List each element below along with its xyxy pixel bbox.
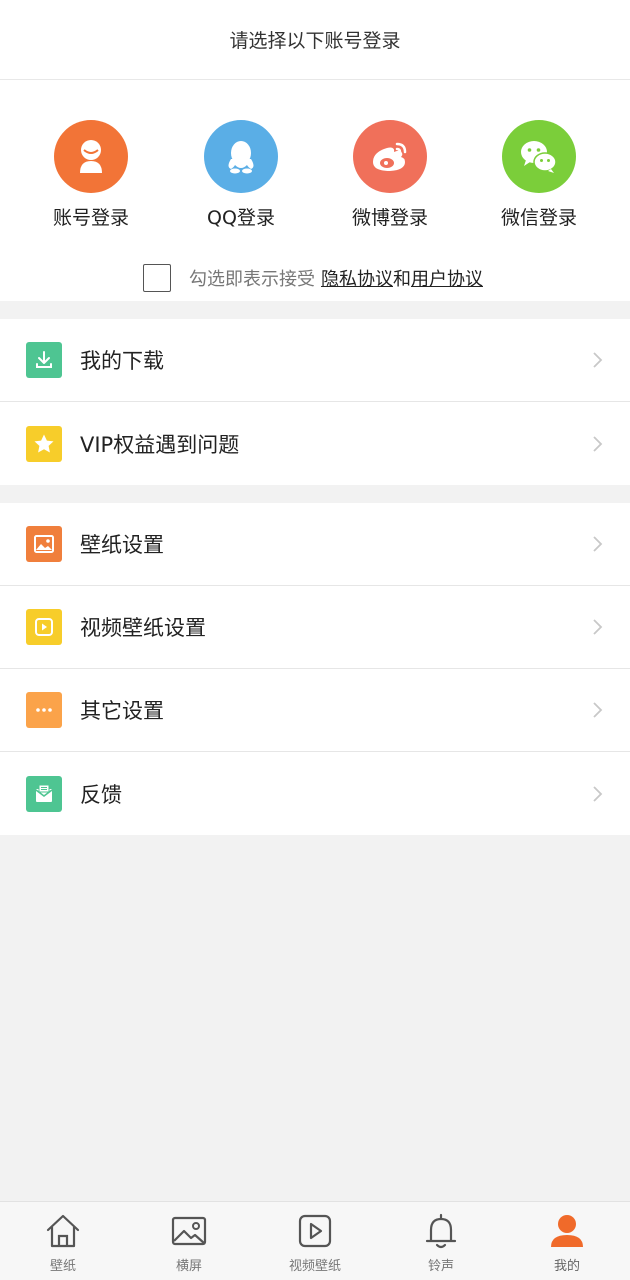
- profile-icon: [551, 1215, 583, 1247]
- chevron-right-icon: [593, 619, 603, 635]
- video-wallpaper-settings-item[interactable]: 视频壁纸设置: [0, 586, 630, 669]
- my-downloads-item[interactable]: 我的下载: [0, 319, 630, 402]
- chevron-right-icon: [593, 435, 603, 452]
- menu-section-downloads: 我的下载 VIP权益遇到问题: [0, 319, 630, 485]
- nav-label-mine: 我的: [553, 1259, 580, 1274]
- download-icon: [26, 342, 62, 378]
- nav-tab-landscape[interactable]: 横屏: [126, 1202, 252, 1280]
- agreement-and: 和: [393, 269, 411, 290]
- nav-label-video-wallpaper: 视频壁纸: [288, 1259, 341, 1274]
- other-settings-item[interactable]: 其它设置: [0, 669, 630, 752]
- vip-issue-item[interactable]: VIP权益遇到问题: [0, 402, 630, 485]
- login-panel: 账号登录 QQ登录 微博登录 微信登录 勾选即表示接受 隐私协议 和 用户协议: [0, 80, 630, 301]
- nav-label-ringtone: 铃声: [427, 1259, 454, 1274]
- privacy-policy-link[interactable]: 隐私协议: [321, 265, 393, 291]
- image-icon: [26, 526, 62, 562]
- account-icon: [54, 120, 128, 193]
- chevron-right-icon: [593, 352, 603, 368]
- video-icon: [298, 1214, 332, 1248]
- star-icon: [26, 425, 62, 462]
- page-title: 请选择以下账号登录: [229, 30, 401, 52]
- weibo-icon: [353, 120, 427, 193]
- nav-label-wallpaper: 壁纸: [49, 1259, 76, 1274]
- agreement-row: 勾选即表示接受 隐私协议 和 用户协议: [143, 263, 483, 293]
- vip-issue-label: VIP权益遇到问题: [80, 432, 240, 457]
- video-wallpaper-settings-label: 视频壁纸设置: [80, 616, 206, 640]
- chevron-right-icon: [593, 702, 603, 718]
- account-login-button[interactable]: 账号登录: [31, 120, 151, 230]
- wallpaper-settings-item[interactable]: 壁纸设置: [0, 503, 630, 586]
- play-icon: [26, 609, 62, 645]
- menu-section-settings: 壁纸设置 视频壁纸设置 其它设置 反馈: [0, 503, 630, 835]
- bell-icon: [425, 1213, 457, 1249]
- account-login-label: 账号登录: [52, 207, 129, 229]
- wechat-icon: [502, 120, 576, 193]
- chevron-right-icon: [593, 536, 603, 552]
- qq-icon: [204, 120, 278, 193]
- feedback-icon: [26, 775, 62, 812]
- more-icon: [26, 692, 62, 728]
- chevron-right-icon: [593, 785, 603, 802]
- qq-login-label: QQ登录: [207, 207, 275, 229]
- wechat-login-label: 微信登录: [500, 207, 577, 229]
- weibo-login-button[interactable]: 微博登录: [330, 120, 450, 230]
- user-agreement-link[interactable]: 用户协议: [411, 265, 483, 291]
- my-downloads-label: 我的下载: [80, 349, 164, 373]
- feedback-label: 反馈: [80, 782, 122, 807]
- other-settings-label: 其它设置: [80, 699, 164, 723]
- profile-page: 请选择以下账号登录 账号登录 QQ登录 微博登录 微信登录 勾选即表示接受 隐私…: [0, 0, 630, 1280]
- agreement-checkbox[interactable]: [143, 264, 171, 292]
- wechat-login-button[interactable]: 微信登录: [479, 120, 599, 230]
- landscape-image-icon: [171, 1216, 207, 1246]
- nav-label-landscape: 横屏: [175, 1259, 202, 1274]
- feedback-item[interactable]: 反馈: [0, 752, 630, 835]
- login-options: 账号登录 QQ登录 微博登录 微信登录: [0, 120, 630, 230]
- nav-tab-wallpaper[interactable]: 壁纸: [0, 1202, 126, 1280]
- agreement-prefix: 勾选即表示接受: [189, 269, 315, 290]
- qq-login-button[interactable]: QQ登录: [181, 120, 301, 230]
- wallpaper-settings-label: 壁纸设置: [80, 533, 164, 557]
- nav-tab-video-wallpaper[interactable]: 视频壁纸: [252, 1202, 378, 1280]
- home-icon: [46, 1214, 80, 1248]
- weibo-login-label: 微博登录: [351, 207, 428, 229]
- nav-tab-mine[interactable]: 我的: [504, 1202, 630, 1280]
- bottom-nav: 壁纸 横屏 视频壁纸 铃声 我的: [0, 1201, 630, 1280]
- nav-tab-ringtone[interactable]: 铃声: [378, 1202, 504, 1280]
- header: 请选择以下账号登录: [0, 0, 630, 80]
